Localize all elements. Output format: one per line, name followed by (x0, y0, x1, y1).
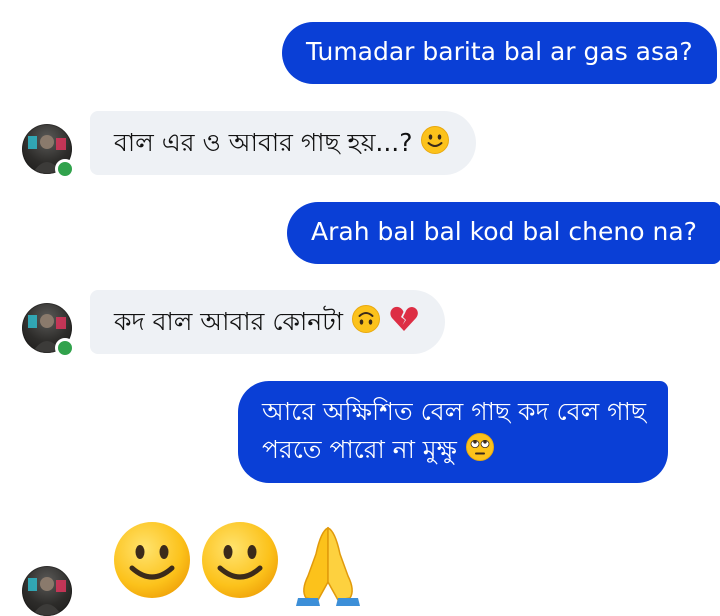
message-text: Arah bal bal kod bal cheno na? (311, 217, 697, 246)
online-status-indicator (55, 338, 75, 358)
message-text: বাল এর ও আবার গাছ হয়...? (114, 128, 413, 157)
message-bubble-incoming[interactable]: বাল এর ও আবার গাছ হয়...? (90, 111, 477, 175)
online-status-indicator (55, 159, 75, 179)
chat-thread: Tumadar barita bal ar gas asa? বাল এর ও … (0, 0, 720, 616)
message-bubble-outgoing[interactable]: Tumadar barita bal ar gas asa? (282, 22, 717, 84)
message-bubble-outgoing[interactable]: আরে অক্ষিশিত বেল গাছ কদ বেল গাছ পরতে পার… (238, 381, 668, 483)
folded-hands-icon (288, 520, 368, 610)
slightly-smiling-face-icon (112, 520, 192, 604)
message-line: পরতে পারো না মুক্ষু (262, 435, 457, 464)
avatar[interactable] (22, 566, 72, 616)
message-bubble-incoming[interactable]: কদ বাল আবার কোনটা (90, 290, 445, 354)
slightly-smiling-face-icon (200, 520, 280, 604)
message-text: কদ বাল আবার কোনটা (114, 307, 344, 336)
message-text: Tumadar barita bal ar gas asa? (306, 37, 693, 66)
emoji-only-message[interactable] (112, 520, 368, 606)
slightly-smiling-face-icon (420, 125, 450, 166)
avatar-ring (22, 566, 72, 616)
broken-heart-icon (389, 304, 419, 345)
face-with-rolling-eyes-icon (465, 432, 495, 473)
message-line: আরে অক্ষিশিত বেল গাছ কদ বেল গাছ (262, 397, 646, 426)
message-line-with-emoji: পরতে পারো না মুক্ষু (262, 431, 646, 473)
message-bubble-outgoing[interactable]: Arah bal bal kod bal cheno na? (287, 202, 720, 264)
upside-down-face-icon (351, 304, 381, 345)
